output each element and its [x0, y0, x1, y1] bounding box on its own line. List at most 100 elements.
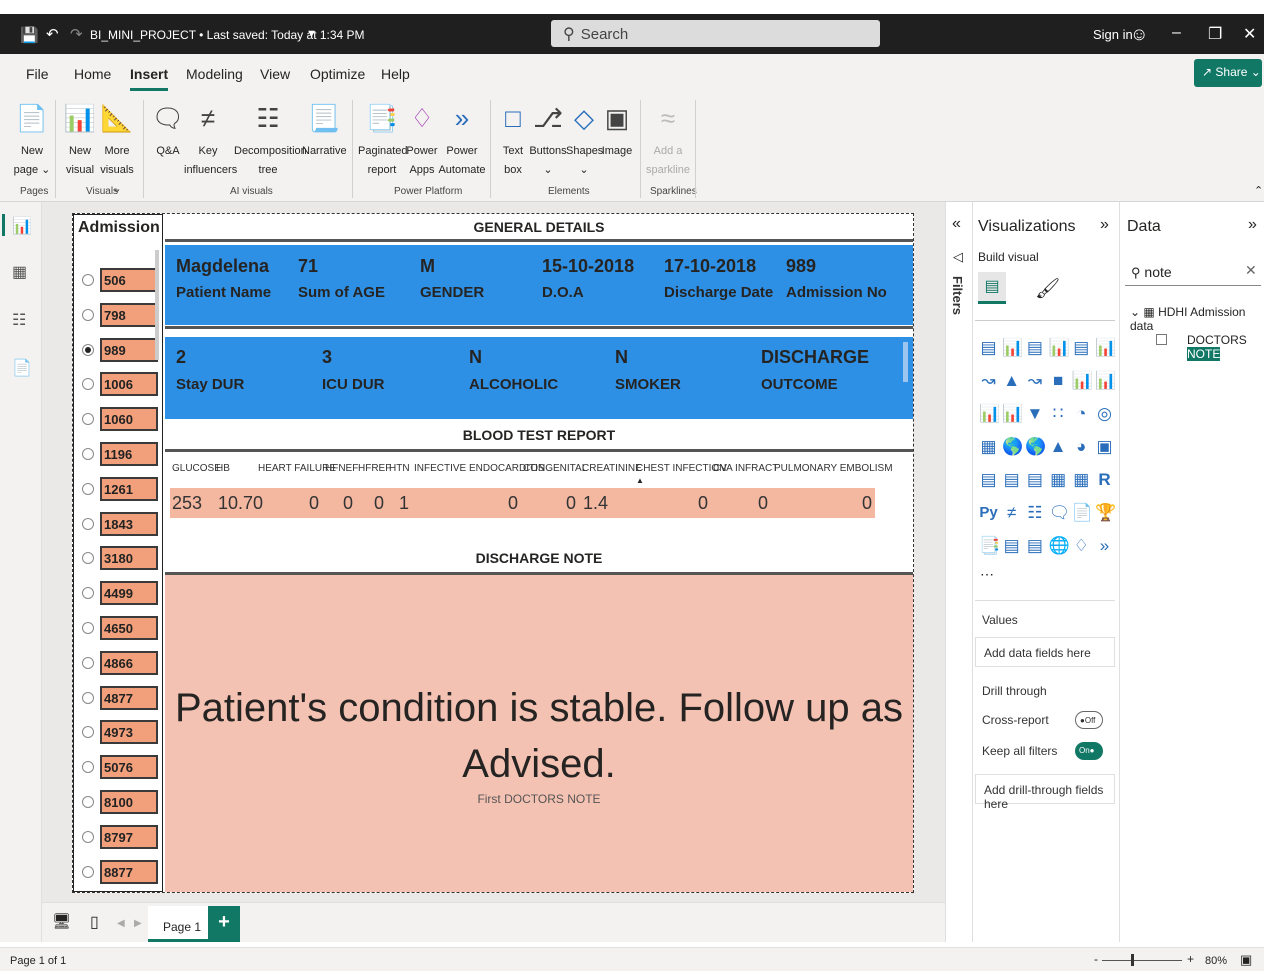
- treemap-icon[interactable]: ▦: [979, 437, 998, 456]
- donut-icon[interactable]: ◎: [1095, 404, 1114, 423]
- radio-button[interactable]: [82, 448, 94, 460]
- radio-button[interactable]: [82, 482, 94, 495]
- multi-row-card-icon[interactable]: ▤: [979, 470, 998, 489]
- buttons-button[interactable]: ⎇ Buttons ⌄: [528, 102, 568, 180]
- radio-button[interactable]: [82, 343, 94, 356]
- slicer-icon[interactable]: ▤: [1025, 470, 1044, 489]
- text-box-button[interactable]: □ Text box: [498, 102, 528, 180]
- radio-button[interactable]: [82, 726, 94, 739]
- format-visual-icon[interactable]: 🖌: [1035, 276, 1060, 301]
- field-checkbox[interactable]: [1156, 334, 1167, 345]
- slicer-item[interactable]: 4499: [82, 581, 162, 607]
- table-icon[interactable]: ▦: [1049, 470, 1068, 489]
- column-header[interactable]: HB: [216, 463, 230, 474]
- menu-modeling[interactable]: Modeling: [186, 66, 243, 82]
- new-page-button[interactable]: 📄 New page ⌄: [12, 102, 52, 180]
- radio-button[interactable]: [82, 830, 94, 843]
- r-visual-icon[interactable]: R: [1095, 470, 1114, 489]
- azure-map-icon[interactable]: ▲: [1049, 437, 1068, 456]
- slicer-item[interactable]: 4650: [82, 616, 162, 642]
- radio-button[interactable]: [82, 378, 94, 391]
- power-apps-icon[interactable]: ♢: [1072, 536, 1091, 555]
- column-header[interactable]: GLUCOSE: [172, 463, 221, 474]
- map-icon[interactable]: 🌎: [1002, 437, 1023, 456]
- drill-through-well[interactable]: Add drill-through fields here: [975, 774, 1115, 811]
- keep-filters-toggle[interactable]: On●: [1075, 742, 1103, 760]
- radio-button[interactable]: [82, 622, 94, 634]
- collapse-viz-icon[interactable]: »: [1100, 216, 1109, 234]
- slicer-item[interactable]: 1261: [82, 476, 162, 503]
- desktop-layout-icon[interactable]: 🖥: [52, 912, 71, 930]
- zoom-out-icon[interactable]: -: [1094, 952, 1098, 966]
- mobile-layout-icon[interactable]: ▯: [90, 912, 99, 932]
- gauge-icon[interactable]: ◕: [1072, 437, 1091, 456]
- line-column-icon[interactable]: 📊: [1072, 371, 1093, 390]
- dax-query-view-icon[interactable]: 📄: [12, 358, 32, 378]
- pie-chart-icon[interactable]: ◔: [1072, 404, 1091, 423]
- account-icon[interactable]: ☺: [1130, 24, 1148, 45]
- metrics-icon[interactable]: 🏆: [1095, 503, 1116, 522]
- key-influencers-button[interactable]: ≠ Key influencers: [184, 102, 237, 180]
- share-button[interactable]: ↗ Share ⌄: [1194, 59, 1262, 87]
- column-header[interactable]: HFNEF: [325, 463, 358, 474]
- matrix-icon[interactable]: ▦: [1072, 470, 1091, 489]
- radio-button[interactable]: [82, 552, 94, 565]
- menu-help[interactable]: Help: [381, 66, 410, 82]
- slicer-item[interactable]: 8797: [82, 824, 162, 851]
- radio-button[interactable]: [82, 761, 94, 774]
- prev-page-icon[interactable]: ◀: [117, 918, 125, 929]
- collapse-ribbon-icon[interactable]: ⌃: [1254, 184, 1263, 197]
- 100-bar-icon[interactable]: ▤: [1072, 338, 1091, 357]
- radio-button[interactable]: [82, 587, 94, 600]
- model-view-icon[interactable]: ☷: [12, 310, 26, 330]
- slicer-item[interactable]: 989: [82, 337, 162, 364]
- power-apps-icon[interactable]: ▤: [1002, 536, 1021, 555]
- slicer-item[interactable]: 3180: [82, 546, 162, 572]
- fit-to-page-icon[interactable]: ▣: [1240, 952, 1252, 968]
- clustered-column-icon[interactable]: 📊: [1049, 338, 1070, 357]
- radio-button[interactable]: [82, 517, 94, 530]
- column-header[interactable]: PULMONARY EMBOLISM: [774, 463, 893, 474]
- slicer-item[interactable]: 8877: [82, 859, 162, 886]
- shapes-button[interactable]: ◇ Shapes ⌄: [566, 102, 603, 180]
- narrative-button[interactable]: 📃 Narrative: [302, 102, 347, 161]
- more-visuals-ellipsis[interactable]: ⋯: [980, 566, 994, 583]
- column-header[interactable]: CREATININE: [582, 463, 642, 474]
- zoom-slider-thumb[interactable]: [1131, 954, 1134, 966]
- slicer-scrollbar[interactable]: [155, 250, 159, 360]
- filled-map-icon[interactable]: 🌎: [1025, 437, 1046, 456]
- power-automate-button[interactable]: » Power Automate: [438, 102, 486, 180]
- zoom-in-icon[interactable]: +: [1187, 952, 1194, 966]
- paginated-icon[interactable]: 📑: [979, 536, 1000, 555]
- slicer-item[interactable]: 1843: [82, 511, 162, 538]
- menu-insert[interactable]: Insert: [130, 66, 169, 91]
- undo-icon[interactable]: ↶: [46, 25, 59, 43]
- column-header[interactable]: CVA INFRACT: [713, 463, 778, 474]
- field-doctors-note[interactable]: DOCTORS NOTE: [1187, 333, 1264, 361]
- next-page-icon[interactable]: ▶: [134, 918, 142, 929]
- table-node[interactable]: ⌄ ▦ HDHI Admission data: [1130, 305, 1264, 333]
- expand-filters-icon[interactable]: «: [952, 215, 961, 233]
- save-icon[interactable]: 💾: [20, 26, 39, 44]
- funnel-column-icon[interactable]: 📊: [1002, 404, 1023, 423]
- clear-search-icon[interactable]: ✕: [1245, 262, 1257, 279]
- collapse-data-icon[interactable]: »: [1248, 216, 1257, 234]
- slicer-item[interactable]: 5076: [82, 755, 162, 781]
- paginated-report-button[interactable]: 📑 Paginated report: [358, 102, 408, 180]
- cross-report-toggle[interactable]: ●Off: [1075, 711, 1103, 729]
- slicer-item[interactable]: 4866: [82, 650, 162, 677]
- new-visual-button[interactable]: 📊 New visual: [62, 102, 98, 180]
- menu-home[interactable]: Home: [74, 66, 111, 82]
- funnel-icon[interactable]: ▼: [1025, 404, 1044, 423]
- power-apps-button[interactable]: ♢ Power Apps: [404, 102, 440, 180]
- minimize-icon[interactable]: –: [1172, 24, 1181, 42]
- column-header[interactable]: HTN: [389, 463, 410, 474]
- slicer-item[interactable]: 798: [82, 302, 162, 329]
- close-icon[interactable]: ✕: [1243, 24, 1256, 44]
- menu-optimize[interactable]: Optimize: [310, 66, 365, 82]
- build-visual-tab[interactable]: ▤: [978, 272, 1006, 304]
- values-well[interactable]: Add data fields here: [975, 637, 1115, 667]
- python-visual-icon[interactable]: Py: [979, 503, 998, 522]
- table-view-icon[interactable]: ▦: [12, 262, 27, 282]
- power-automate-icon[interactable]: ▤: [1025, 536, 1044, 555]
